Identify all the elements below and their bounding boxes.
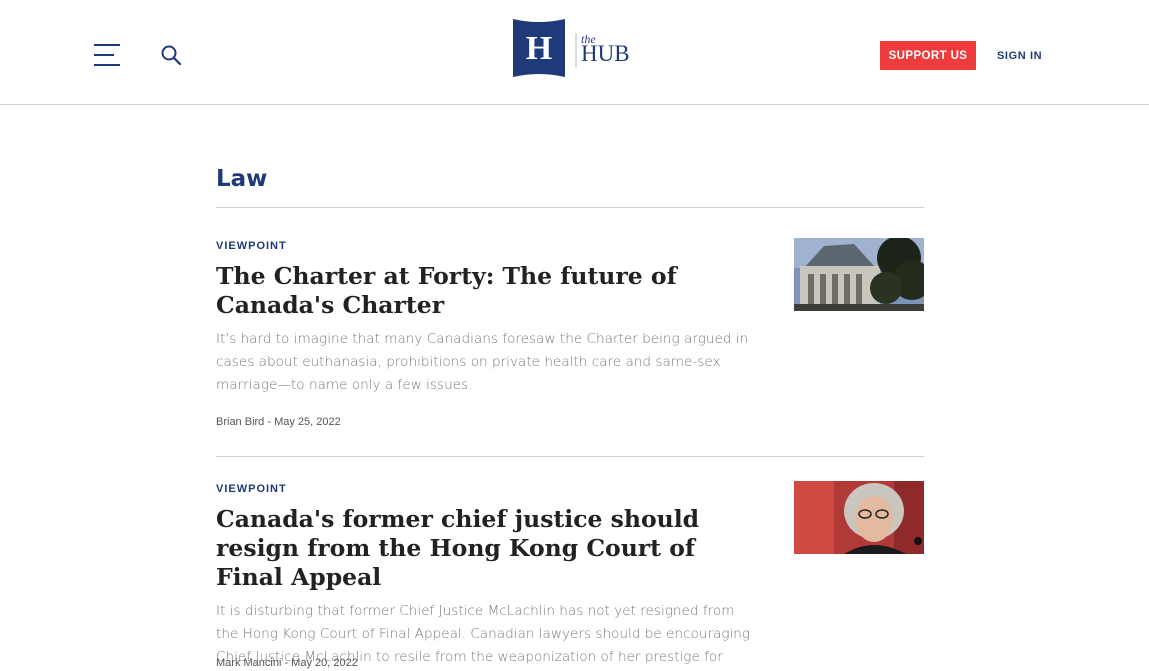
search-icon[interactable]	[160, 44, 182, 66]
article-byline: Brian Bird - May 25, 2022	[216, 416, 341, 428]
support-us-button[interactable]: SUPPORT US	[880, 41, 976, 70]
menu-icon[interactable]	[94, 44, 120, 68]
sign-in-link[interactable]: SIGN IN	[997, 50, 1042, 62]
article-headline[interactable]: The Charter at Forty: The future of Cana…	[216, 262, 756, 320]
article-card: VIEWPOINT The Charter at Forty: The futu…	[216, 238, 924, 428]
article-excerpt: It's hard to imagine that many Canadians…	[216, 331, 749, 393]
article-headline[interactable]: Canada's former chief justice should res…	[216, 505, 756, 592]
logo-large-text: HUB	[581, 41, 630, 66]
article-card: VIEWPOINT Canada's former chief justice …	[216, 481, 924, 671]
article-thumbnail-supreme-court[interactable]	[794, 238, 924, 311]
site-header: H the HUB SUPPORT US SIGN IN	[0, 0, 1149, 105]
article-byline: Mark Mancini - May 20, 2022	[216, 657, 358, 669]
article-divider	[216, 456, 924, 457]
section-divider	[216, 207, 924, 208]
article-thumbnail-portrait[interactable]	[794, 481, 924, 554]
logo-letter: H	[526, 30, 552, 67]
logo-badge: H	[513, 19, 565, 77]
logo-divider	[575, 33, 577, 67]
section-title: Law	[216, 166, 268, 192]
site-logo[interactable]: H the HUB	[513, 17, 633, 79]
